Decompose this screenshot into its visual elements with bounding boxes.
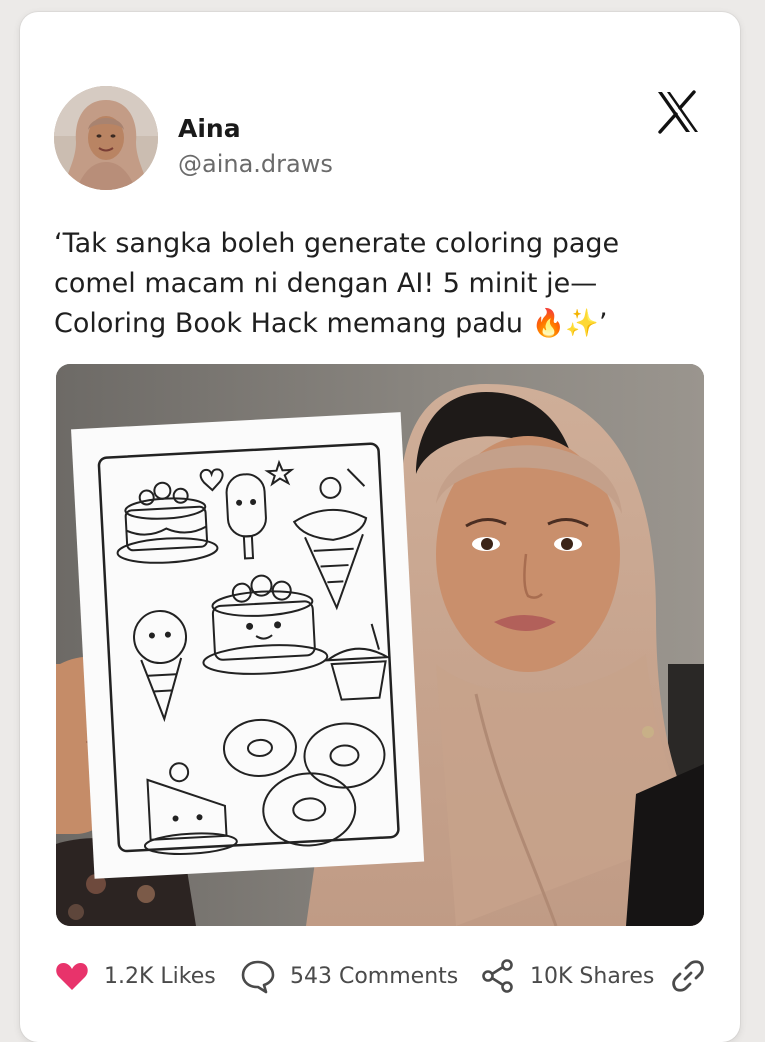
comment-bubble-icon[interactable] xyxy=(240,958,276,994)
avatar[interactable] xyxy=(54,86,158,190)
copy-link-button[interactable] xyxy=(670,958,706,994)
likes-count: 1.2K Likes xyxy=(104,963,216,989)
post-text-line: comel macam ni dengan AI! 5 minit je— xyxy=(54,268,598,299)
share-icon[interactable] xyxy=(480,958,516,994)
share-button[interactable]: 10K Shares xyxy=(480,958,670,994)
author-handle[interactable]: @aina.draws xyxy=(178,150,333,178)
action-bar: 1.2K Likes 543 Comments 10K Shares xyxy=(54,954,714,998)
x-logo-icon[interactable] xyxy=(656,90,700,134)
link-icon[interactable] xyxy=(670,958,706,994)
post-text-line: ‘Tak sangka boleh generate coloring page xyxy=(54,228,620,259)
author-name[interactable]: Aina xyxy=(178,114,241,143)
shares-count: 10K Shares xyxy=(530,963,655,989)
comment-button[interactable]: 543 Comments xyxy=(240,958,480,994)
post-image[interactable] xyxy=(56,364,704,926)
post-text-line: Coloring Book Hack memang padu 🔥✨’ xyxy=(54,308,608,339)
like-button[interactable]: 1.2K Likes xyxy=(54,958,240,994)
post-card: Aina @aina.draws ‘Tak sangka boleh gener… xyxy=(20,12,740,1042)
comments-count: 543 Comments xyxy=(290,963,459,989)
post-text: ‘Tak sangka boleh generate coloring page… xyxy=(54,224,714,344)
heart-icon[interactable] xyxy=(54,958,90,994)
